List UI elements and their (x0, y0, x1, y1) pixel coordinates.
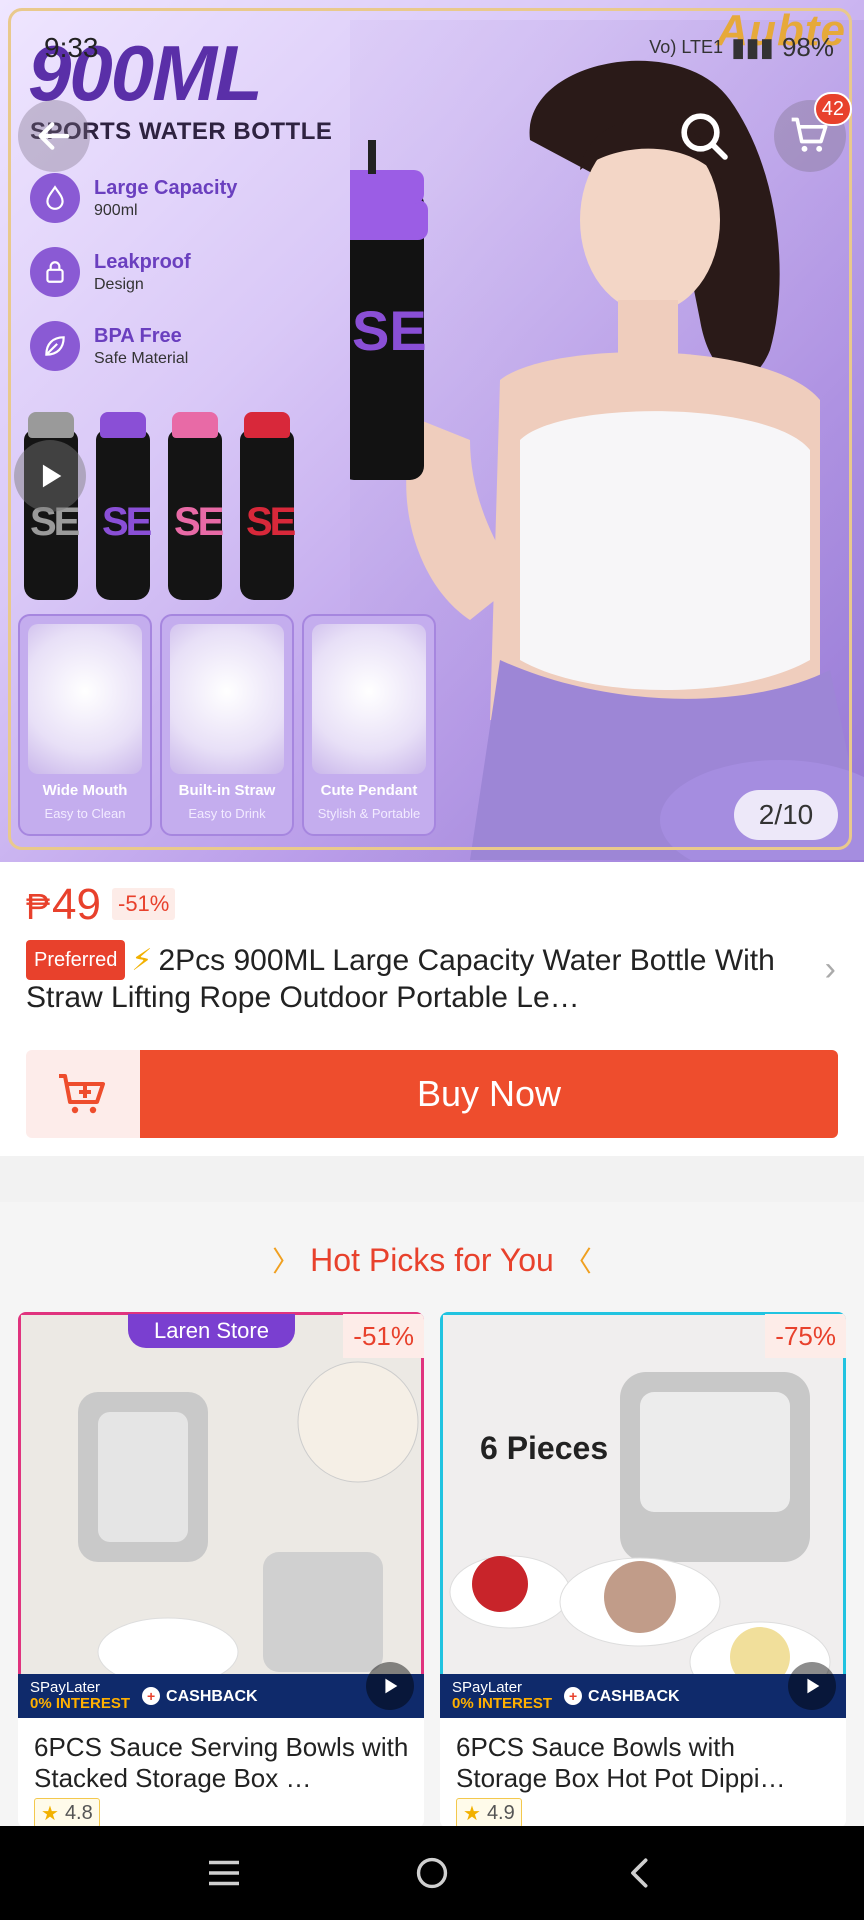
tile-title: Wide Mouth (42, 782, 128, 799)
menu-icon (209, 1860, 239, 1886)
chevron-left-icon (631, 1858, 648, 1888)
cart-count-badge: 42 (813, 92, 852, 126)
lock-icon (30, 247, 80, 297)
add-cart-icon (59, 1074, 105, 1114)
signal-icon: ▮▮▮ (731, 32, 774, 62)
tile-wide-mouth: Wide Mouth Easy to Clean (18, 614, 152, 836)
droplet-icon (30, 173, 80, 223)
arrow-left-icon (38, 122, 70, 150)
play-icon (42, 464, 62, 488)
buy-now-button[interactable]: Buy Now (140, 1050, 838, 1138)
status-bar: 9:33 Vo) LTE1 ▮▮▮ 98% (0, 0, 864, 100)
search-icon (681, 113, 728, 160)
cashback-label: CASHBACK (142, 1687, 258, 1706)
tile-image (312, 624, 426, 774)
feature-capacity: Large Capacity 900ml (30, 166, 260, 230)
home-circle-icon (416, 1857, 448, 1889)
tile-image (170, 624, 284, 774)
price-value: 49 (52, 880, 101, 929)
image-counter: 2/10 (734, 790, 838, 840)
spaylater-label: SPayLater 0% INTEREST (452, 1679, 553, 1712)
product-title-row[interactable]: Preferred ⚡ 2Pcs 900ML Large Capacity Wate… (26, 940, 806, 1016)
product-price: ₱ 49 (26, 880, 101, 930)
hot-picks-section: 〉 Hot Picks for You 〈 Laren Store -51% SPa… (0, 1202, 864, 1828)
feature-sub: Safe Material (94, 349, 189, 367)
signal-text: Vo) LTE1 (649, 37, 724, 57)
product-card-image: 6 Pieces -75% SPayLater0% INTEREST CASHB… (440, 1312, 846, 1718)
card-discount: -75% (765, 1314, 846, 1358)
rating-badge: ★ 4.9 (456, 1798, 522, 1828)
feature-sub: Design (94, 275, 144, 293)
chevron-right-icon[interactable]: › (825, 950, 836, 989)
star-icon: ★ (463, 1802, 481, 1825)
promo-strip: SPayLater0% INTEREST CASHBACK (440, 1674, 846, 1718)
cashback-label: CASHBACK (564, 1687, 680, 1706)
lightning-icon: ⚡ (131, 944, 153, 977)
sauce-bowls-image (440, 1312, 846, 1718)
tile-title: Cute Pendant (320, 782, 418, 799)
add-to-cart-button[interactable] (26, 1050, 140, 1138)
feature-sub: 900ml (94, 201, 138, 219)
tile-cute-pendant: Cute Pendant Stylish & Portable (302, 614, 436, 836)
battery-level: 98% (781, 32, 834, 62)
system-back-button[interactable] (610, 1843, 670, 1903)
product-card[interactable]: Laren Store -51% SPayLater0% INTEREST CA… (18, 1312, 424, 1828)
product-card-image: Laren Store -51% SPayLater0% INTEREST CA… (18, 1312, 424, 1718)
decor-right-icon: 〈 (563, 1246, 592, 1277)
preferred-badge: Preferred (26, 940, 126, 980)
video-play-button[interactable] (366, 1662, 414, 1710)
image-caption: 6 Pieces (480, 1430, 609, 1466)
tile-image (28, 624, 142, 774)
tile-sub: Stylish & Portable (317, 806, 421, 821)
hot-picks-heading: 〉 Hot Picks for You 〈 (0, 1240, 864, 1280)
home-button[interactable] (402, 1843, 462, 1903)
decor-left-icon: 〉 (272, 1246, 301, 1277)
video-play-button[interactable] (788, 1662, 836, 1710)
product-info: ₱ 49 -51% Preferred ⚡ 2Pcs 900ML Large Cap… (0, 862, 864, 1156)
purchase-actions: Buy Now (26, 1050, 838, 1138)
play-icon (385, 1678, 398, 1694)
sauce-bowls-image (18, 1312, 424, 1718)
spaylater-label: SPayLater 0% INTEREST (30, 1679, 131, 1712)
star-icon: ★ (41, 1802, 59, 1825)
cart-button[interactable]: 42 (774, 92, 852, 172)
product-card-name: 6PCS Sauce Serving Bowls with Stacked St… (34, 1732, 409, 1793)
hot-picks-title: Hot Picks for You (310, 1242, 554, 1278)
feature-title: Large Capacity (94, 176, 238, 199)
discount-tag: -51% (112, 888, 176, 920)
feature-leakproof: Leakproof Design (30, 240, 260, 304)
back-button[interactable] (18, 100, 90, 172)
feature-title: BPA Free (94, 324, 182, 347)
feature-title: Leakproof (94, 250, 191, 273)
tile-sub: Easy to Drink (188, 806, 266, 821)
product-card[interactable]: 6 Pieces -75% SPayLater0% INTEREST CASHB… (440, 1312, 846, 1828)
status-time: 9:33 (44, 32, 99, 63)
card-discount: -51% (343, 1314, 424, 1358)
promo-strip: SPayLater0% INTEREST CASHBACK (18, 1674, 424, 1718)
bottle-variant: SE (168, 412, 224, 600)
bottle-variant: SE (240, 412, 296, 600)
currency-symbol: ₱ (26, 886, 51, 927)
tile-built-in-straw: Built-in Straw Easy to Drink (160, 614, 294, 836)
video-play-button[interactable] (14, 440, 86, 512)
tile-title: Built-in Straw (178, 782, 276, 799)
store-label: Laren Store (128, 1314, 295, 1348)
feature-tiles: Wide Mouth Easy to Clean Built-in Straw … (18, 614, 436, 836)
feature-bpa-free: BPA Free Safe Material (30, 314, 260, 378)
play-icon (807, 1678, 820, 1694)
system-navigation-bar (0, 1826, 864, 1920)
product-card-name: 6PCS Sauce Bowls with Storage Box Hot Po… (456, 1732, 786, 1793)
recent-apps-button[interactable] (194, 1843, 254, 1903)
rating-badge: ★ 4.8 (34, 1798, 100, 1828)
search-button[interactable] (668, 100, 740, 172)
leaf-icon (30, 321, 80, 371)
status-indicators: Vo) LTE1 ▮▮▮ 98% (649, 32, 834, 63)
bottle-variant: SE (96, 412, 152, 600)
product-image-carousel[interactable]: SE Aubte 900ML SPORTS WATER BOTTLE Large… (0, 0, 864, 862)
tile-sub: Easy to Clean (44, 806, 126, 821)
